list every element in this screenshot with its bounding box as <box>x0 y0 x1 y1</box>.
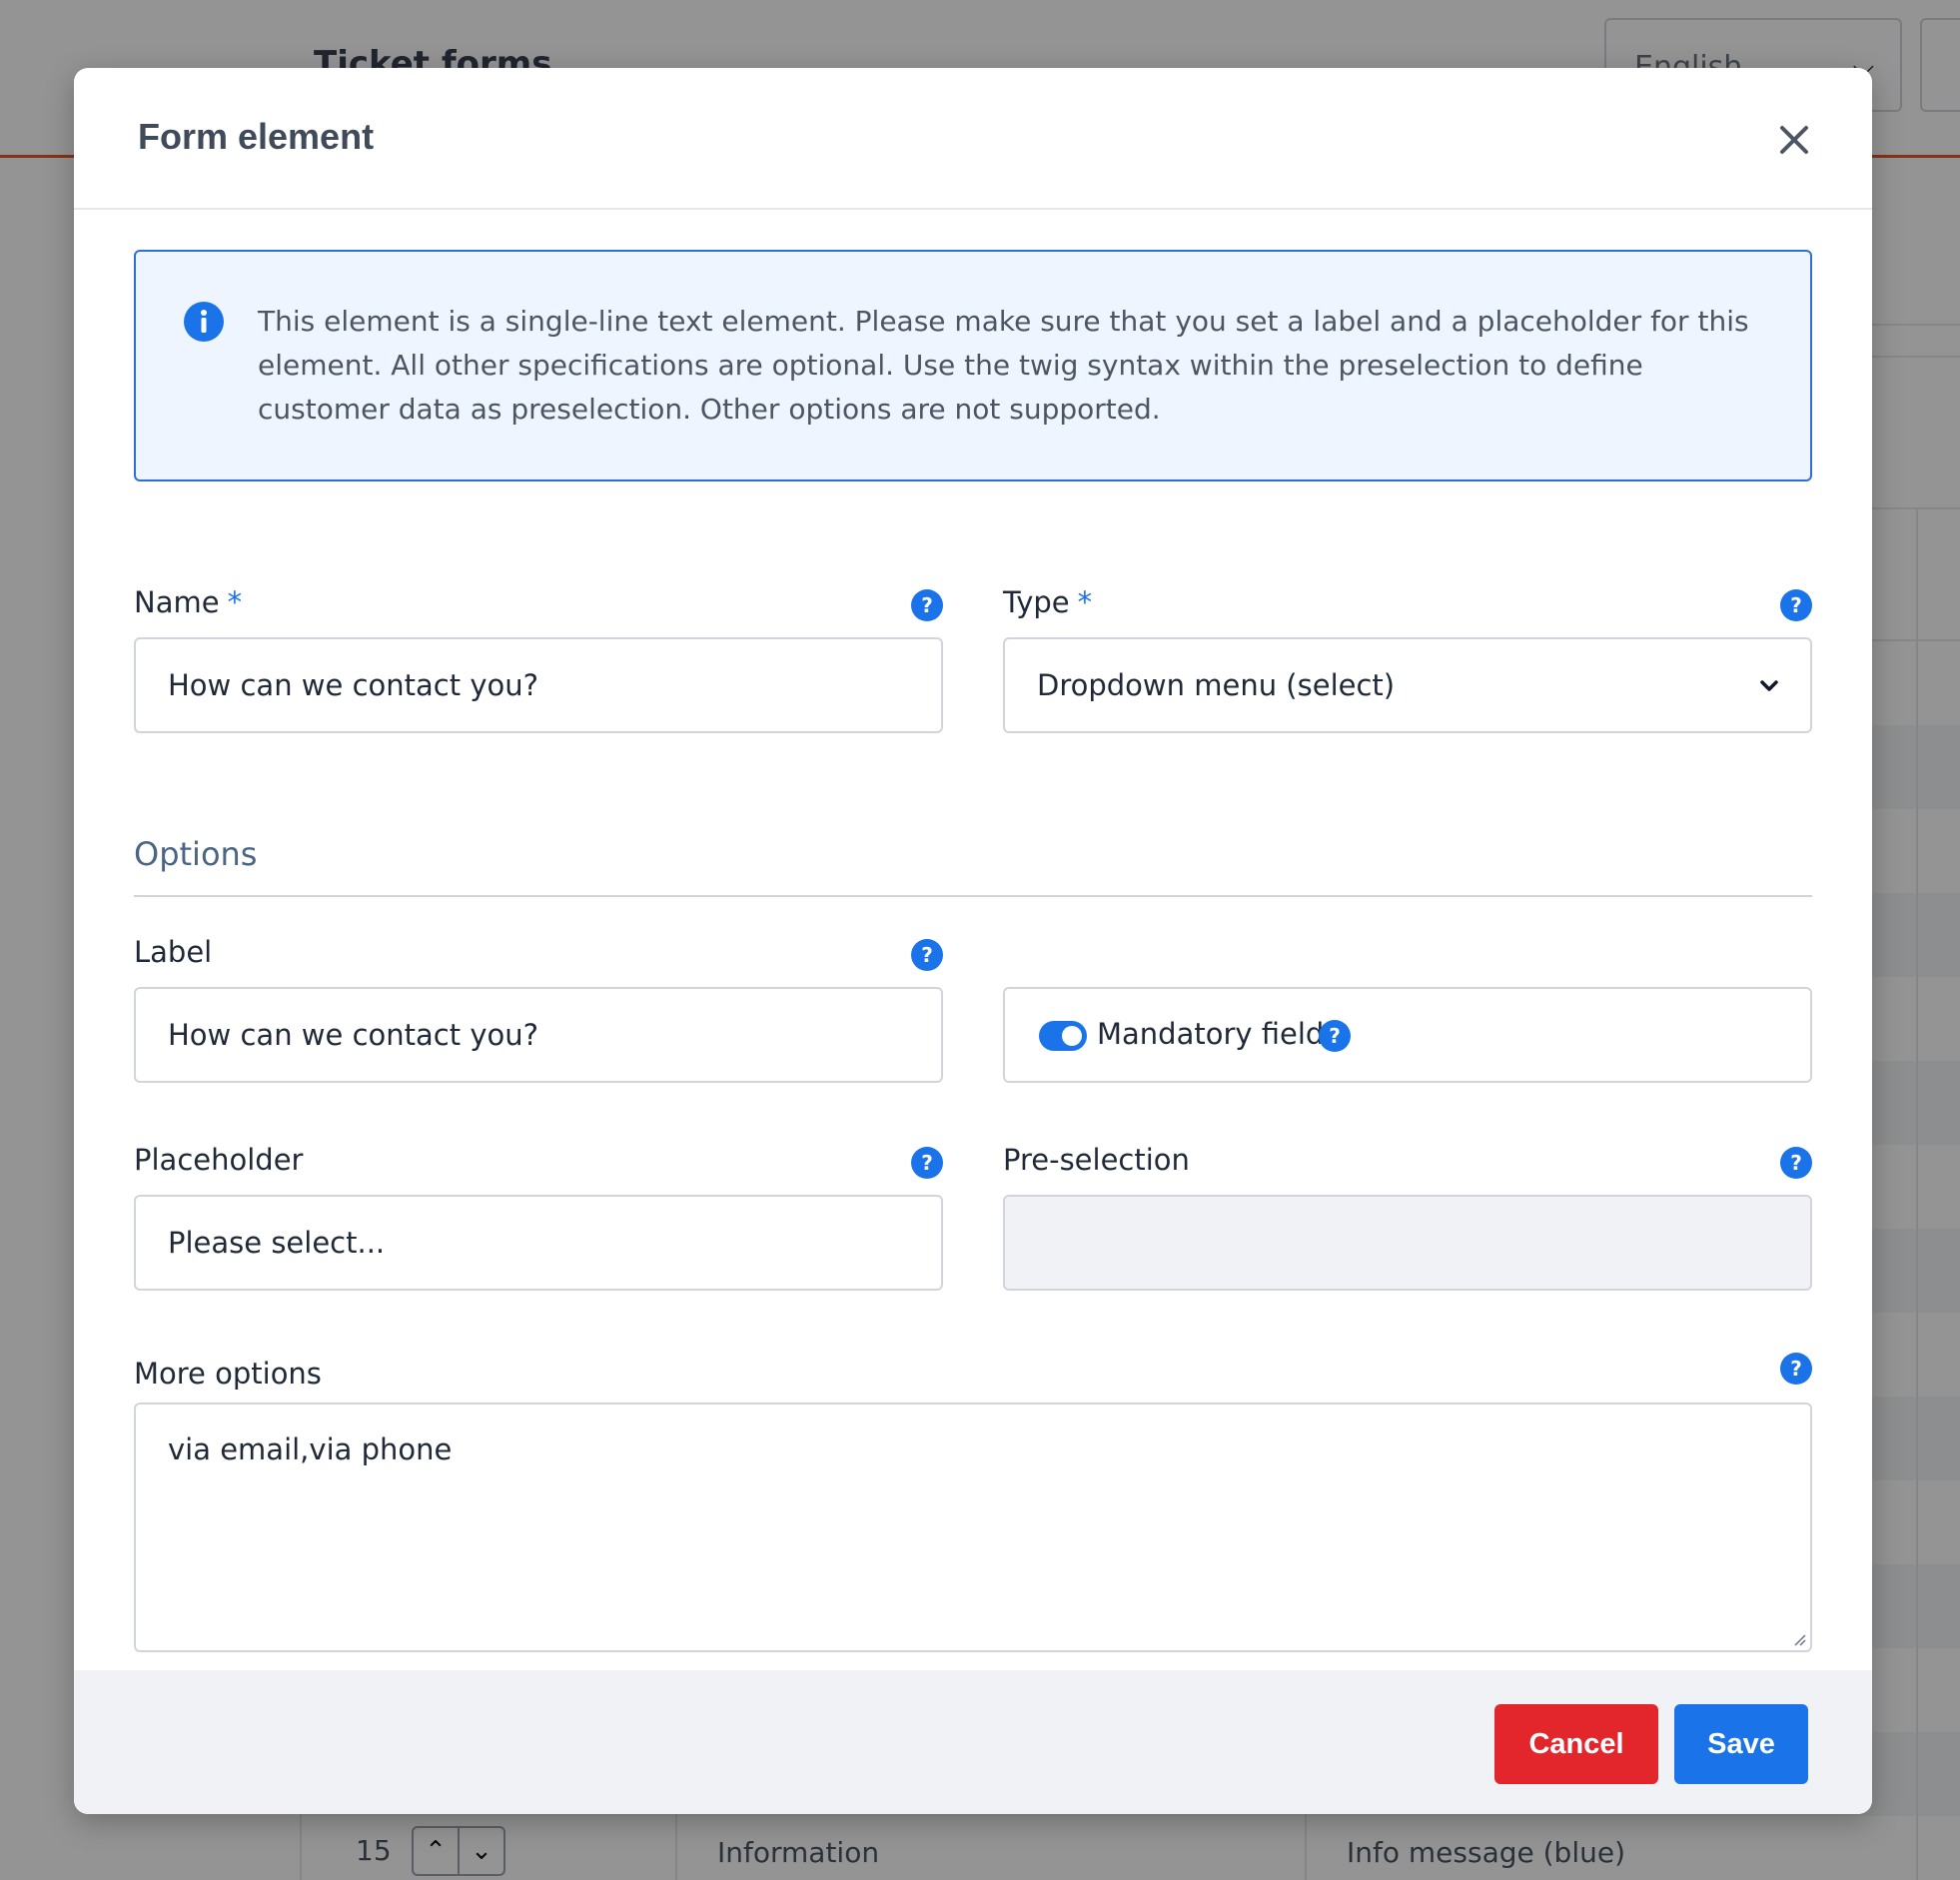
type-select-value: Dropdown menu (select) <box>1037 668 1396 702</box>
type-label-text: Type <box>1003 585 1070 619</box>
more-options-value: via email,via phone <box>168 1432 453 1466</box>
section-divider <box>134 895 1812 897</box>
chevron-down-icon <box>1760 680 1778 691</box>
type-help-icon[interactable]: ? <box>1780 589 1812 621</box>
name-help-icon[interactable]: ? <box>911 589 943 621</box>
mandatory-label: Mandatory field <box>1097 1017 1325 1051</box>
type-label: Type * <box>1003 585 1092 619</box>
form-element-dialog: Form element This element is a single-li… <box>74 68 1872 1814</box>
options-section-title: Options <box>134 835 258 873</box>
preselection-label: Pre-selection <box>1003 1143 1190 1177</box>
more-options-help-icon[interactable]: ? <box>1780 1353 1812 1385</box>
close-icon <box>1780 126 1808 154</box>
resize-handle-icon[interactable] <box>1792 1632 1806 1646</box>
dialog-title: Form element <box>138 116 375 157</box>
mandatory-help-icon[interactable]: ? <box>1319 1020 1351 1052</box>
close-button[interactable] <box>1774 120 1814 160</box>
placeholder-help-icon[interactable]: ? <box>911 1147 943 1179</box>
placeholder-label: Placeholder <box>134 1143 304 1177</box>
label-help-icon[interactable]: ? <box>911 939 943 971</box>
mandatory-field-box: Mandatory field ? <box>1003 987 1812 1083</box>
label-input-value: How can we contact you? <box>168 1018 538 1052</box>
more-options-textarea[interactable]: via email,via phone <box>134 1403 1812 1652</box>
info-icon <box>184 302 224 342</box>
required-mark: * <box>227 585 243 619</box>
name-label-text: Name <box>134 585 220 619</box>
placeholder-input-value: Please select... <box>168 1226 386 1260</box>
name-input[interactable]: How can we contact you? <box>134 637 943 733</box>
more-options-label: More options <box>134 1357 322 1391</box>
name-input-value: How can we contact you? <box>168 668 538 702</box>
info-alert-text: This element is a single-line text eleme… <box>258 305 1749 426</box>
dialog-footer: Cancel Save <box>74 1670 1872 1814</box>
dialog-header: Form element <box>74 68 1872 210</box>
preselection-input[interactable] <box>1003 1195 1812 1291</box>
placeholder-input[interactable]: Please select... <box>134 1195 943 1291</box>
name-label: Name * <box>134 585 242 619</box>
info-alert: This element is a single-line text eleme… <box>134 250 1812 481</box>
type-select[interactable]: Dropdown menu (select) <box>1003 637 1812 733</box>
required-mark: * <box>1077 585 1093 619</box>
save-button[interactable]: Save <box>1674 1704 1808 1784</box>
preselection-help-icon[interactable]: ? <box>1780 1147 1812 1179</box>
mandatory-toggle[interactable] <box>1039 1021 1087 1051</box>
label-field-label: Label <box>134 935 213 969</box>
toggle-knob <box>1062 1026 1082 1046</box>
cancel-button[interactable]: Cancel <box>1494 1704 1658 1784</box>
label-input[interactable]: How can we contact you? <box>134 987 943 1083</box>
